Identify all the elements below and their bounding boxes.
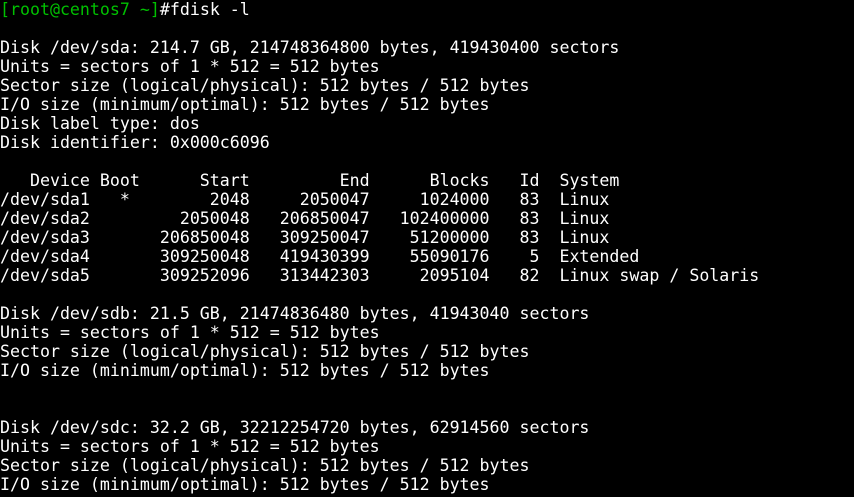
command-text: fdisk -l xyxy=(169,0,250,19)
sdb-disk-info: Disk /dev/sdb: 21.5 GB, 21474836480 byte… xyxy=(0,304,590,323)
terminal-window[interactable]: [root@centos7 ~]#fdisk -l Disk /dev/sda:… xyxy=(0,0,854,497)
prompt-symbol: # xyxy=(159,0,170,19)
partition-row: /dev/sda3 206850048 309250047 51200000 8… xyxy=(0,228,610,247)
sdc-sector-size: Sector size (logical/physical): 512 byte… xyxy=(0,456,530,475)
sdc-disk-info: Disk /dev/sdc: 32.2 GB, 32212254720 byte… xyxy=(0,418,590,437)
sda-identifier: Disk identifier: 0x000c6096 xyxy=(0,133,270,152)
sdb-sector-size: Sector size (logical/physical): 512 byte… xyxy=(0,342,530,361)
sdb-io-size: I/O size (minimum/optimal): 512 bytes / … xyxy=(0,361,490,380)
sdc-io-size: I/O size (minimum/optimal): 512 bytes / … xyxy=(0,475,490,494)
partition-row: /dev/sda4 309250048 419430399 55090176 5… xyxy=(0,247,640,266)
partition-row: /dev/sda1 * 2048 2050047 1024000 83 Linu… xyxy=(0,190,610,209)
partition-row: /dev/sda2 2050048 206850047 102400000 83… xyxy=(0,209,610,228)
sda-sector-size: Sector size (logical/physical): 512 byte… xyxy=(0,76,530,95)
command-line: [root@centos7 ~]#fdisk -l xyxy=(0,0,854,19)
sda-disk-info: Disk /dev/sda: 214.7 GB, 214748364800 by… xyxy=(0,38,620,57)
partition-table-header: Device Boot Start End Blocks Id System xyxy=(0,171,620,190)
sdc-units: Units = sectors of 1 * 512 = 512 bytes xyxy=(0,437,380,456)
prompt-user-host: [root@centos7 ~] xyxy=(0,0,160,19)
sdb-units: Units = sectors of 1 * 512 = 512 bytes xyxy=(0,323,380,342)
sda-label-type: Disk label type: dos xyxy=(0,114,200,133)
partition-row: /dev/sda5 309252096 313442303 2095104 82… xyxy=(0,266,760,285)
sda-units: Units = sectors of 1 * 512 = 512 bytes xyxy=(0,57,380,76)
sda-io-size: I/O size (minimum/optimal): 512 bytes / … xyxy=(0,95,490,114)
